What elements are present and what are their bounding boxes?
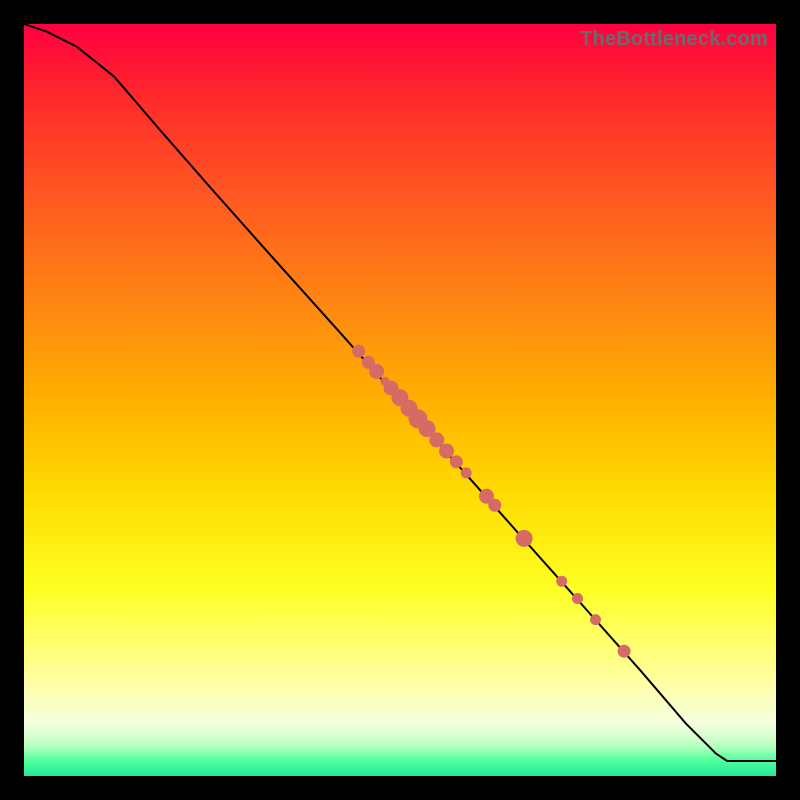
chart-container: TheBottleneck.com: [0, 0, 800, 800]
data-point: [489, 499, 501, 511]
data-point: [370, 364, 384, 378]
data-point: [450, 456, 462, 468]
plot-area: TheBottleneck.com: [24, 24, 776, 776]
data-point: [557, 576, 567, 586]
data-point: [353, 345, 365, 357]
data-point: [573, 594, 583, 604]
data-point: [516, 530, 532, 546]
data-point: [461, 468, 471, 478]
data-point: [618, 645, 630, 657]
data-point: [440, 444, 454, 458]
data-point: [591, 615, 601, 625]
chart-svg: [24, 24, 776, 776]
data-point: [430, 433, 444, 447]
